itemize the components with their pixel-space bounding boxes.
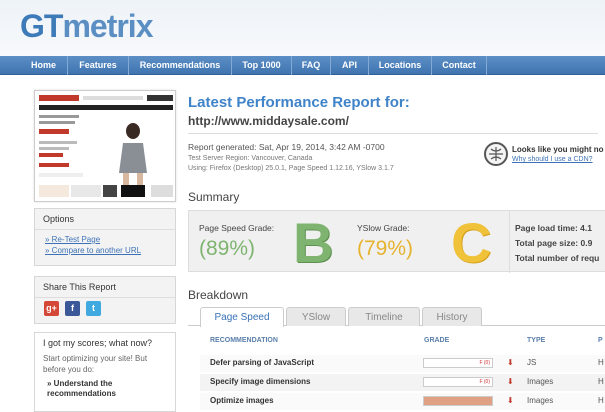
- grade-bar: F (0): [423, 377, 493, 387]
- next-steps-panel: I got my scores; what now? Start optimiz…: [34, 332, 176, 412]
- total-requests: Total number of requ: [515, 253, 600, 263]
- nav-features[interactable]: Features: [68, 56, 129, 75]
- report-url[interactable]: http://www.middaysale.com/: [188, 114, 349, 128]
- yslow-letter-grade: C: [451, 211, 492, 274]
- nav-api[interactable]: API: [331, 56, 369, 75]
- grade-bar: F (0): [423, 358, 493, 368]
- table-row[interactable]: Defer parsing of JavaScript F (0) ⬇ JS H: [200, 355, 605, 372]
- next-steps-text: Start optimizing your site! But before y…: [43, 354, 148, 374]
- col-type[interactable]: TYPE: [527, 337, 545, 344]
- google-plus-icon[interactable]: g+: [44, 301, 59, 316]
- grade-bar: [423, 396, 493, 406]
- table-row[interactable]: Optimize images ⬇ Images H: [200, 393, 605, 410]
- options-title: Options: [35, 209, 175, 230]
- col-recommendation[interactable]: RECOMMENDATION: [210, 337, 278, 344]
- site-screenshot-thumbnail: [34, 90, 176, 202]
- tab-history[interactable]: History: [422, 307, 482, 326]
- pagespeed-percent: (89%): [199, 237, 256, 260]
- test-server-region: Test Server Region: Vancouver, Canada: [188, 155, 313, 162]
- compare-url-link[interactable]: » Compare to another URL: [35, 245, 175, 256]
- next-steps-title: I got my scores; what now?: [43, 338, 153, 348]
- globe-icon: [484, 142, 508, 166]
- tab-page-speed[interactable]: Page Speed: [200, 307, 284, 327]
- pagespeed-grade-label: Page Speed Grade:: [199, 223, 275, 233]
- tab-timeline[interactable]: Timeline: [348, 307, 420, 326]
- site-header: GTmetrix: [0, 0, 605, 56]
- main-nav: Home Features Recommendations Top 1000 F…: [0, 56, 605, 75]
- twitter-icon[interactable]: t: [86, 301, 101, 316]
- breakdown-tabs: Page Speed YSlow Timeline History: [188, 307, 605, 327]
- recommendation-name: Defer parsing of JavaScript: [210, 358, 315, 367]
- arrow-down-icon: ⬇: [507, 377, 514, 386]
- report-generated: Report generated: Sat, Apr 19, 2014, 3:4…: [188, 142, 385, 152]
- col-priority[interactable]: P: [598, 337, 603, 344]
- tab-yslow[interactable]: YSlow: [286, 307, 346, 326]
- page-load-time: Page load time: 4.1: [515, 223, 592, 233]
- nav-contact[interactable]: Contact: [432, 56, 487, 75]
- col-grade[interactable]: GRADE: [424, 337, 449, 344]
- nav-top-1000[interactable]: Top 1000: [232, 56, 292, 75]
- recommendation-type: Images: [527, 377, 554, 386]
- nav-faq[interactable]: FAQ: [292, 56, 331, 75]
- nav-home[interactable]: Home: [20, 56, 68, 75]
- facebook-icon[interactable]: f: [65, 301, 80, 316]
- yslow-percent: (79%): [357, 237, 414, 260]
- arrow-down-icon: ⬇: [507, 358, 514, 367]
- cdn-notice: Looks like you might no: [512, 145, 604, 154]
- browser-info: Using: Firefox (Desktop) 25.0.1, Page Sp…: [188, 165, 394, 172]
- cdn-link[interactable]: Why should I use a CDN?: [512, 156, 593, 163]
- summary-box: Page Speed Grade: (89%) B YSlow Grade: (…: [188, 210, 605, 274]
- site-preview-image: [35, 91, 175, 201]
- report-title: Latest Performance Report for:: [188, 94, 410, 111]
- table-row[interactable]: Specify image dimensions F (0) ⬇ Images …: [200, 374, 605, 391]
- share-title: Share This Report: [35, 277, 175, 298]
- recommendation-type: JS: [527, 358, 537, 367]
- recommendation-priority: H: [598, 377, 604, 386]
- divider: [188, 133, 598, 134]
- summary-heading: Summary: [188, 190, 240, 204]
- summary-divider: [509, 211, 510, 273]
- gtmetrix-logo[interactable]: GTmetrix: [20, 8, 153, 45]
- nav-locations[interactable]: Locations: [369, 56, 432, 75]
- retest-link[interactable]: » Re-Test Page: [35, 234, 175, 245]
- understand-recommendations-link[interactable]: » Understand the recommendations: [35, 375, 175, 403]
- pagespeed-letter-grade: B: [293, 211, 334, 274]
- recommendation-priority: H: [598, 358, 604, 367]
- recommendation-name: Specify image dimensions: [210, 377, 311, 386]
- yslow-grade-label: YSlow Grade:: [357, 223, 410, 233]
- options-panel: Options » Re-Test Page » Compare to anot…: [34, 208, 176, 266]
- nav-recommendations[interactable]: Recommendations: [129, 56, 232, 75]
- total-page-size: Total page size: 0.9: [515, 238, 593, 248]
- share-panel: Share This Report g+ f t: [34, 276, 176, 324]
- breakdown-heading: Breakdown: [188, 288, 249, 302]
